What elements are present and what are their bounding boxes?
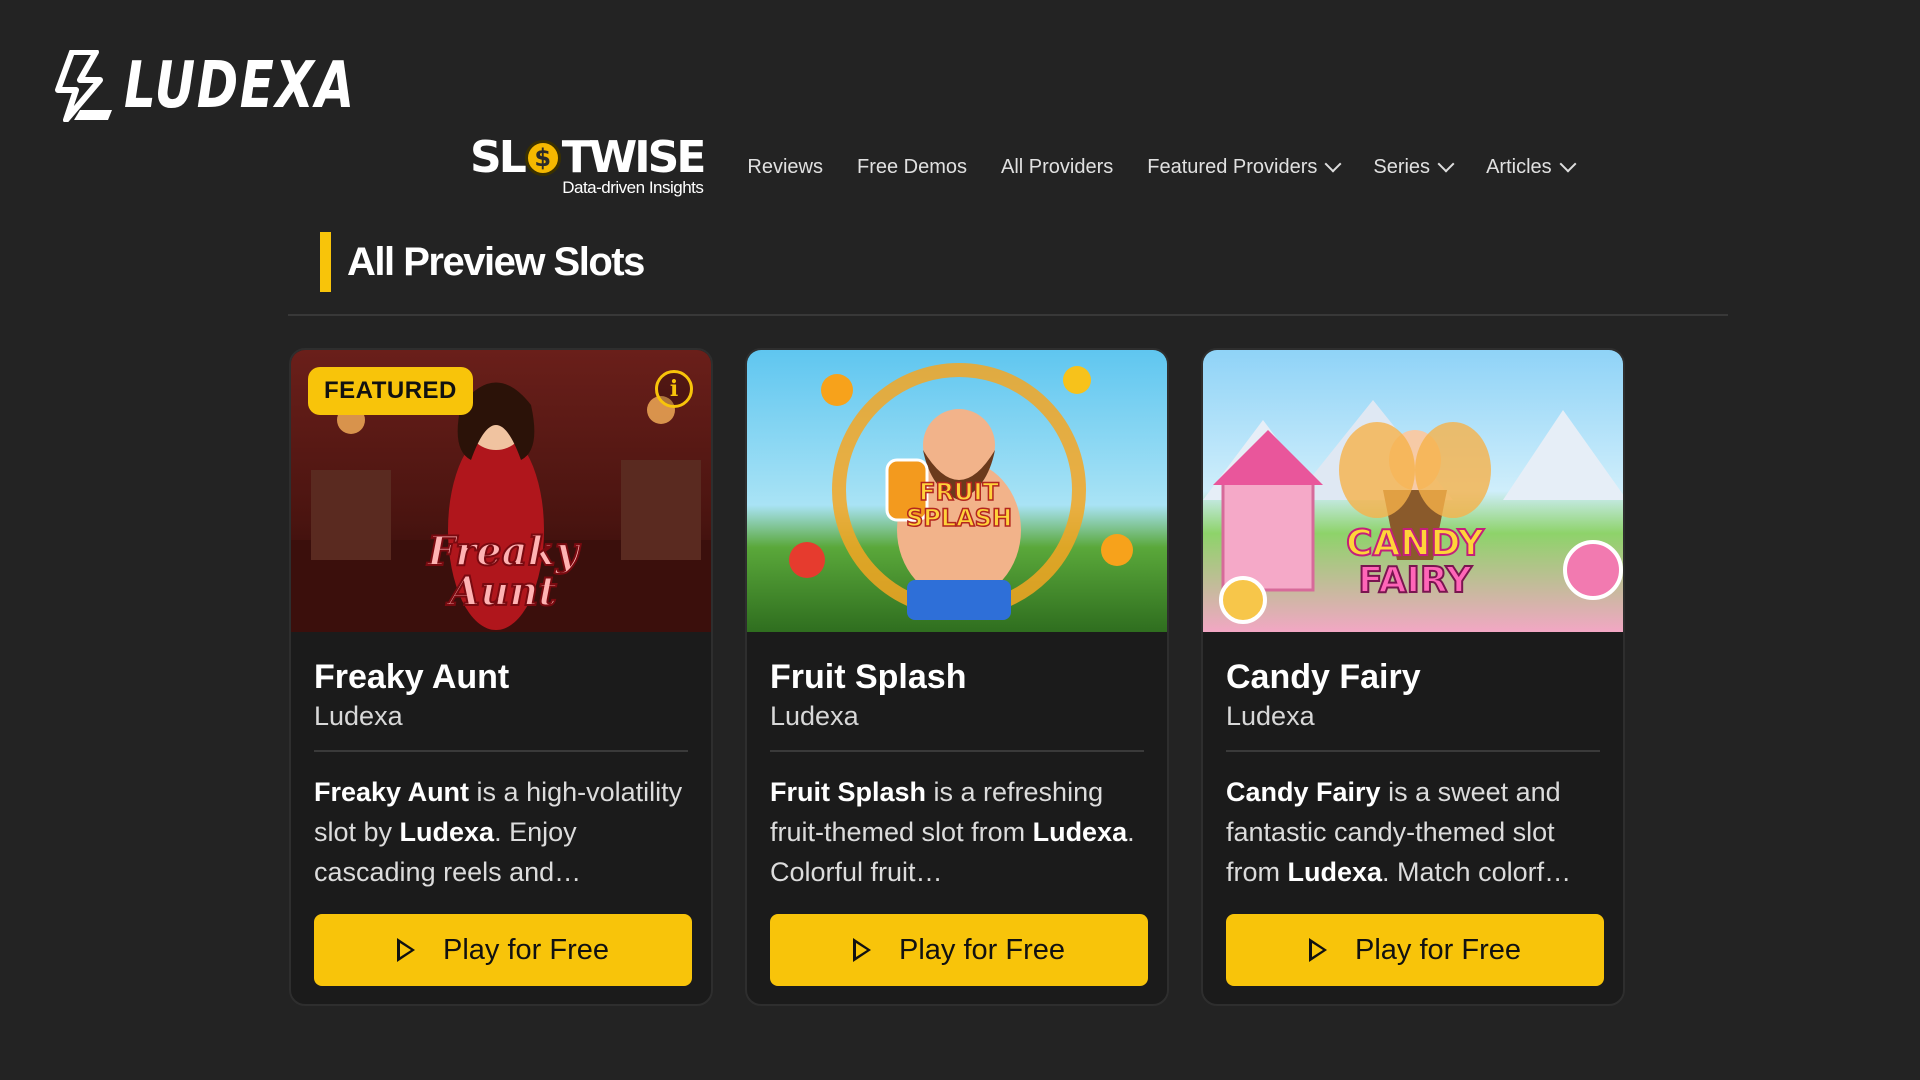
button-label: Play for Free: [443, 933, 609, 966]
slot-thumbnail[interactable]: FRUIT SPLASH: [747, 350, 1167, 632]
accent-bar: [320, 232, 331, 292]
desc-provider: Ludexa: [1032, 817, 1128, 848]
info-icon[interactable]: i: [655, 370, 693, 408]
art-text: CANDY: [1346, 523, 1485, 564]
slot-card[interactable]: FRUIT SPLASH Fruit Splash Ludexa Fruit S…: [745, 348, 1169, 1006]
slot-title[interactable]: Freaky Aunt: [314, 658, 688, 697]
desc-slot-name: Freaky Aunt: [314, 777, 470, 808]
button-label: Play for Free: [899, 933, 1065, 966]
desc-provider: Ludexa: [1287, 857, 1383, 888]
slotwise-name: SL $ TWISE: [470, 132, 706, 183]
page-title: All Preview Slots: [347, 239, 645, 284]
art-text: FRUIT: [919, 478, 999, 506]
play-icon: [853, 938, 871, 963]
desc-slot-name: Fruit Splash: [770, 777, 927, 808]
nav-label: Featured Providers: [1147, 155, 1318, 178]
nav-all-providers[interactable]: All Providers: [1001, 156, 1113, 179]
coin-icon: $: [524, 140, 561, 176]
slot-card-list: Freaky Aunt FEATURED i Freaky Aunt Ludex…: [289, 348, 1625, 1006]
candy-fairy-art: CANDY FAIRY: [1203, 350, 1623, 632]
art-text: Aunt: [445, 568, 557, 615]
fruit-splash-art: FRUIT SPLASH: [747, 350, 1167, 632]
nav-label: Reviews: [747, 155, 823, 178]
nav-free-demos[interactable]: Free Demos: [857, 156, 967, 179]
brand-name: LUDEXA: [124, 49, 356, 123]
card-divider: [314, 750, 688, 753]
featured-badge: FEATURED: [308, 367, 473, 415]
slotwise-logo[interactable]: SL $ TWISE Data-driven Insights: [470, 132, 706, 198]
nav-label: Articles: [1486, 155, 1552, 178]
slot-description: Fruit Splash is a refreshing fruit-theme…: [770, 772, 1144, 892]
nav-label: Series: [1373, 155, 1431, 178]
chevron-down-icon: [1559, 155, 1577, 173]
slot-provider: Ludexa: [314, 701, 403, 732]
chevron-down-icon: [1437, 155, 1455, 173]
slot-card[interactable]: CANDY FAIRY Candy Fairy Ludexa Candy Fai…: [1201, 348, 1625, 1006]
desc-provider: Ludexa: [399, 817, 495, 848]
lightning-l-icon: [55, 50, 112, 122]
button-label: Play for Free: [1355, 933, 1521, 966]
nav-label: All Providers: [1001, 155, 1114, 178]
play-icon: [397, 938, 415, 963]
slot-description: Candy Fairy is a sweet and fantastic can…: [1226, 772, 1600, 892]
slot-title[interactable]: Fruit Splash: [770, 658, 1144, 697]
nav-reviews[interactable]: Reviews: [747, 156, 823, 179]
slot-description: Freaky Aunt is a high-volatility slot by…: [314, 772, 688, 892]
chevron-down-icon: [1324, 155, 1342, 173]
card-divider: [770, 750, 1144, 753]
nav-articles[interactable]: Articles: [1486, 155, 1577, 179]
site-logo[interactable]: LUDEXA: [50, 50, 421, 122]
nav-series[interactable]: Series: [1373, 155, 1455, 179]
nav-featured-providers[interactable]: Featured Providers: [1147, 155, 1342, 179]
top-nav: SL $ TWISE Data-driven Insights Reviews Fr…: [470, 136, 1608, 198]
play-for-free-button[interactable]: Play for Free: [314, 914, 692, 987]
section-header: All Preview Slots: [320, 232, 645, 292]
slot-title[interactable]: Candy Fairy: [1226, 658, 1600, 697]
play-for-free-button[interactable]: Play for Free: [770, 914, 1148, 987]
nav-label: Free Demos: [856, 155, 968, 178]
desc-text: . Match colorf…: [1382, 857, 1572, 888]
divider: [288, 314, 1728, 316]
slotwise-tagline: Data-driven Insights: [562, 178, 704, 197]
slot-provider: Ludexa: [1226, 701, 1315, 732]
card-divider: [1226, 750, 1600, 753]
art-text: SPLASH: [906, 504, 1012, 532]
play-for-free-button[interactable]: Play for Free: [1226, 914, 1604, 987]
art-text: FAIRY: [1358, 560, 1472, 601]
play-icon: [1309, 938, 1327, 963]
desc-slot-name: Candy Fairy: [1226, 777, 1381, 808]
slot-provider: Ludexa: [770, 701, 859, 732]
slot-thumbnail[interactable]: CANDY FAIRY: [1203, 350, 1623, 632]
slot-thumbnail[interactable]: Freaky Aunt FEATURED i: [291, 350, 711, 632]
slot-card[interactable]: Freaky Aunt FEATURED i Freaky Aunt Ludex…: [289, 348, 713, 1006]
